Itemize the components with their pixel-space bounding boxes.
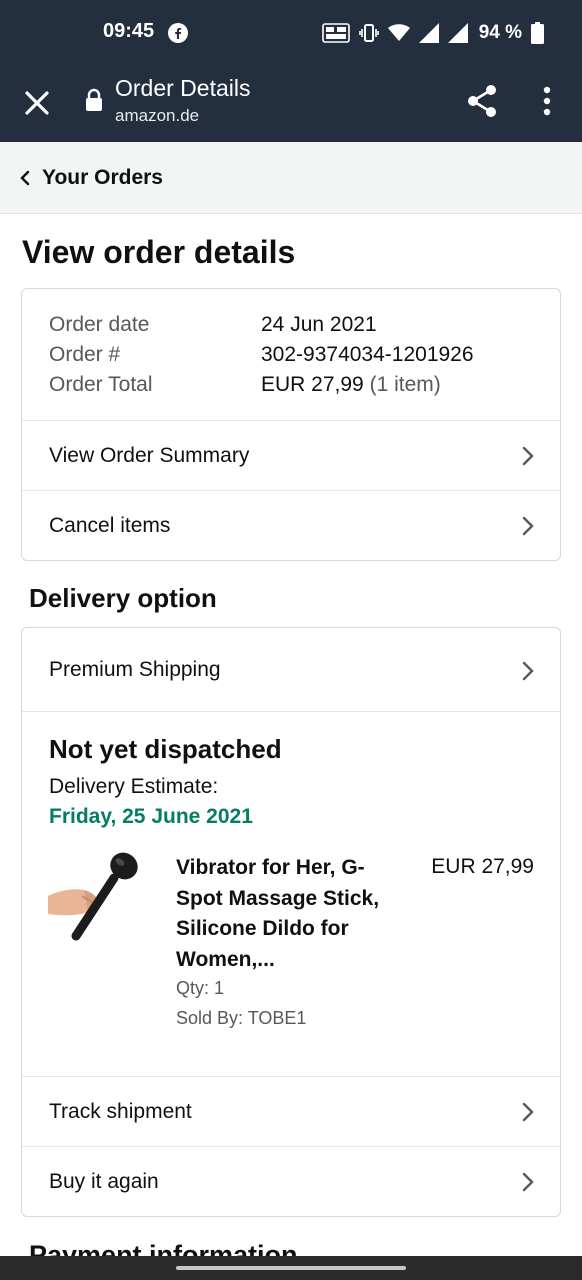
view-order-summary-link[interactable]: View Order Summary	[22, 421, 560, 491]
order-total-value: EUR 27,99 (1 item)	[261, 373, 441, 397]
order-number-value: 302-9374034-1201926	[261, 343, 474, 366]
shipping-option-label: Premium Shipping	[49, 658, 221, 681]
vibrate-icon	[358, 24, 379, 42]
cancel-items-label: Cancel items	[49, 514, 171, 537]
cancel-items-link[interactable]: Cancel items	[22, 491, 560, 560]
order-date-value: 24 Jun 2021	[261, 313, 377, 336]
toolbar-url: amazon.de	[115, 106, 200, 125]
buy-it-again-link[interactable]: Buy it again	[22, 1147, 560, 1216]
status-bar: 09:45 94 %	[0, 0, 582, 66]
payment-information-heading: Payment information	[29, 1240, 298, 1256]
toolbar-title: Order Details	[115, 75, 251, 101]
battery-icon	[531, 22, 544, 44]
more-vert-icon[interactable]	[537, 84, 557, 118]
delivery-estimate-label: Delivery Estimate:	[49, 775, 219, 798]
status-icons: 94 %	[321, 18, 544, 48]
chevron-right-icon	[522, 1172, 534, 1192]
order-info-card: Order date 24 Jun 2021 Order # 302-93740…	[21, 288, 561, 561]
product-title-link[interactable]: Vibrator for Her, G-Spot Massage Stick, …	[176, 853, 408, 975]
facebook-icon	[168, 23, 188, 43]
share-icon[interactable]	[464, 83, 500, 119]
delivery-option-heading: Delivery option	[29, 583, 217, 613]
page-title: View order details	[22, 234, 296, 270]
volte-icon	[321, 23, 350, 43]
lock-icon	[86, 88, 102, 111]
wifi-icon	[387, 24, 410, 41]
chevron-right-icon	[522, 1102, 534, 1122]
delivery-estimate-date: Friday, 25 June 2021	[49, 805, 253, 828]
chevron-left-icon	[20, 170, 30, 186]
custom-tab-toolbar: Order Details amazon.de	[0, 66, 582, 142]
order-total-amount: EUR 27,99	[261, 373, 364, 396]
breadcrumb-your-orders[interactable]: Your Orders	[42, 166, 163, 190]
buy-it-again-label: Buy it again	[49, 1170, 159, 1193]
product-quantity: Qty: 1	[176, 978, 225, 998]
shipment-status: Not yet dispatched	[49, 734, 282, 764]
status-time: 09:45	[103, 20, 155, 42]
chevron-right-icon	[522, 446, 534, 466]
chevron-right-icon	[522, 516, 534, 536]
product-price: EUR 27,99	[431, 855, 534, 878]
order-date-label: Order date	[49, 313, 150, 336]
battery-percentage: 94 %	[478, 22, 522, 43]
product-image[interactable]	[48, 852, 144, 948]
premium-shipping-link[interactable]: Premium Shipping	[22, 628, 560, 712]
order-number-label: Order #	[49, 343, 121, 366]
breadcrumb[interactable]: Your Orders	[0, 142, 582, 214]
order-total-items: (1 item)	[369, 373, 441, 396]
track-shipment-label: Track shipment	[49, 1100, 192, 1123]
close-icon[interactable]	[22, 88, 52, 118]
gesture-handle[interactable]	[176, 1266, 406, 1270]
shipment-status-block: Not yet dispatched Delivery Estimate: Fr…	[22, 712, 560, 1077]
view-order-summary-label: View Order Summary	[49, 444, 250, 467]
chevron-right-icon	[522, 661, 534, 681]
signal-icon	[418, 23, 439, 43]
order-total-label: Order Total	[49, 373, 153, 396]
system-navigation-bar	[0, 1256, 582, 1280]
product-seller: Sold By: TOBE1	[176, 1008, 307, 1028]
delivery-card: Premium Shipping Not yet dispatched Deli…	[21, 627, 561, 1217]
order-info-rows: Order date 24 Jun 2021 Order # 302-93740…	[22, 289, 560, 421]
signal-icon	[447, 23, 468, 43]
track-shipment-link[interactable]: Track shipment	[22, 1077, 560, 1147]
